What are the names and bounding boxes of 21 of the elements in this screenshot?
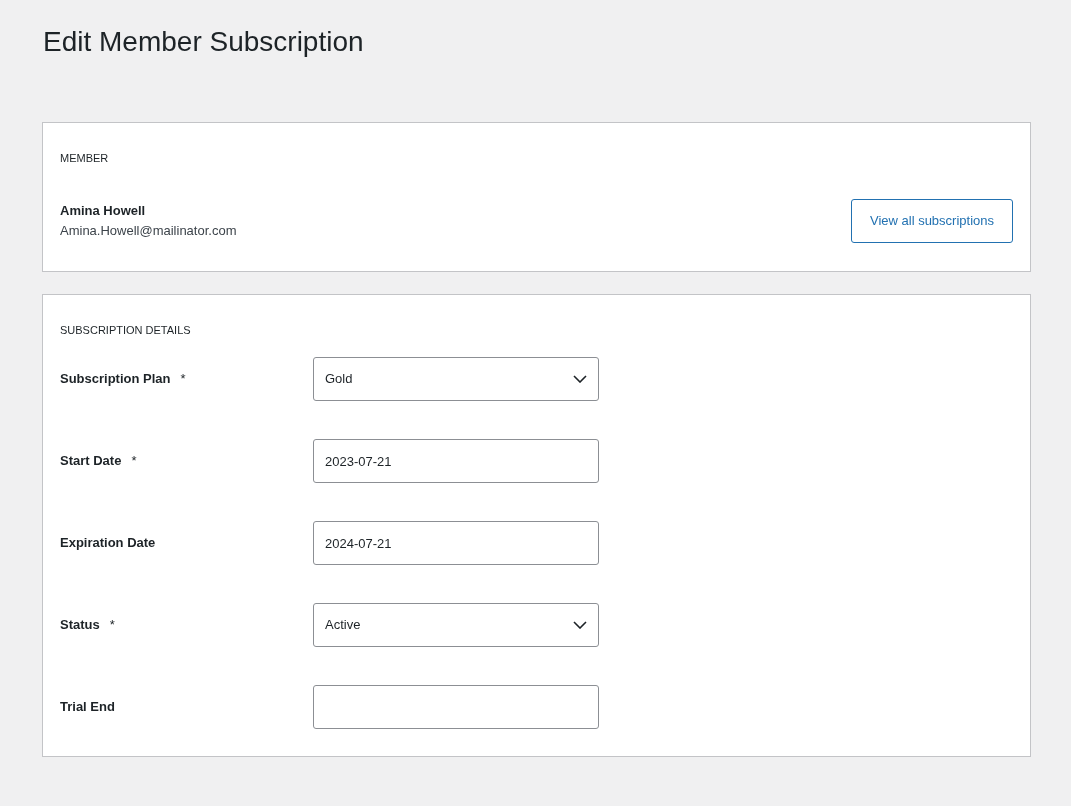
field-label: Start Date — [60, 452, 122, 471]
input-field[interactable]: 2024-07-21 — [313, 521, 599, 565]
field-label: Trial End — [60, 698, 115, 717]
chevron-down-icon — [573, 621, 587, 629]
section-heading: SUBSCRIPTION DETAILS — [60, 323, 192, 337]
dropdown[interactable]: Gold — [313, 357, 599, 401]
input-field[interactable]: 2023-07-21 — [313, 439, 599, 483]
required-mark: * — [180, 370, 186, 389]
field-label: Subscription Plan — [60, 370, 171, 389]
page-title: Edit Member Subscription — [43, 26, 365, 58]
member-name: Amina Howell — [60, 202, 147, 220]
input-field[interactable] — [313, 685, 599, 729]
field-label: Status — [60, 616, 100, 635]
required-mark: * — [109, 616, 115, 635]
member-email: Amina.Howell@mailinator.com — [60, 222, 237, 240]
required-mark: * — [131, 452, 137, 471]
dropdown[interactable]: Active — [313, 603, 599, 647]
view-subscriptions-button[interactable]: View all subscriptions — [850, 199, 1013, 243]
field-label: Expiration Date — [60, 534, 156, 553]
chevron-down-icon — [573, 375, 587, 383]
section-heading: MEMBER — [60, 151, 110, 165]
